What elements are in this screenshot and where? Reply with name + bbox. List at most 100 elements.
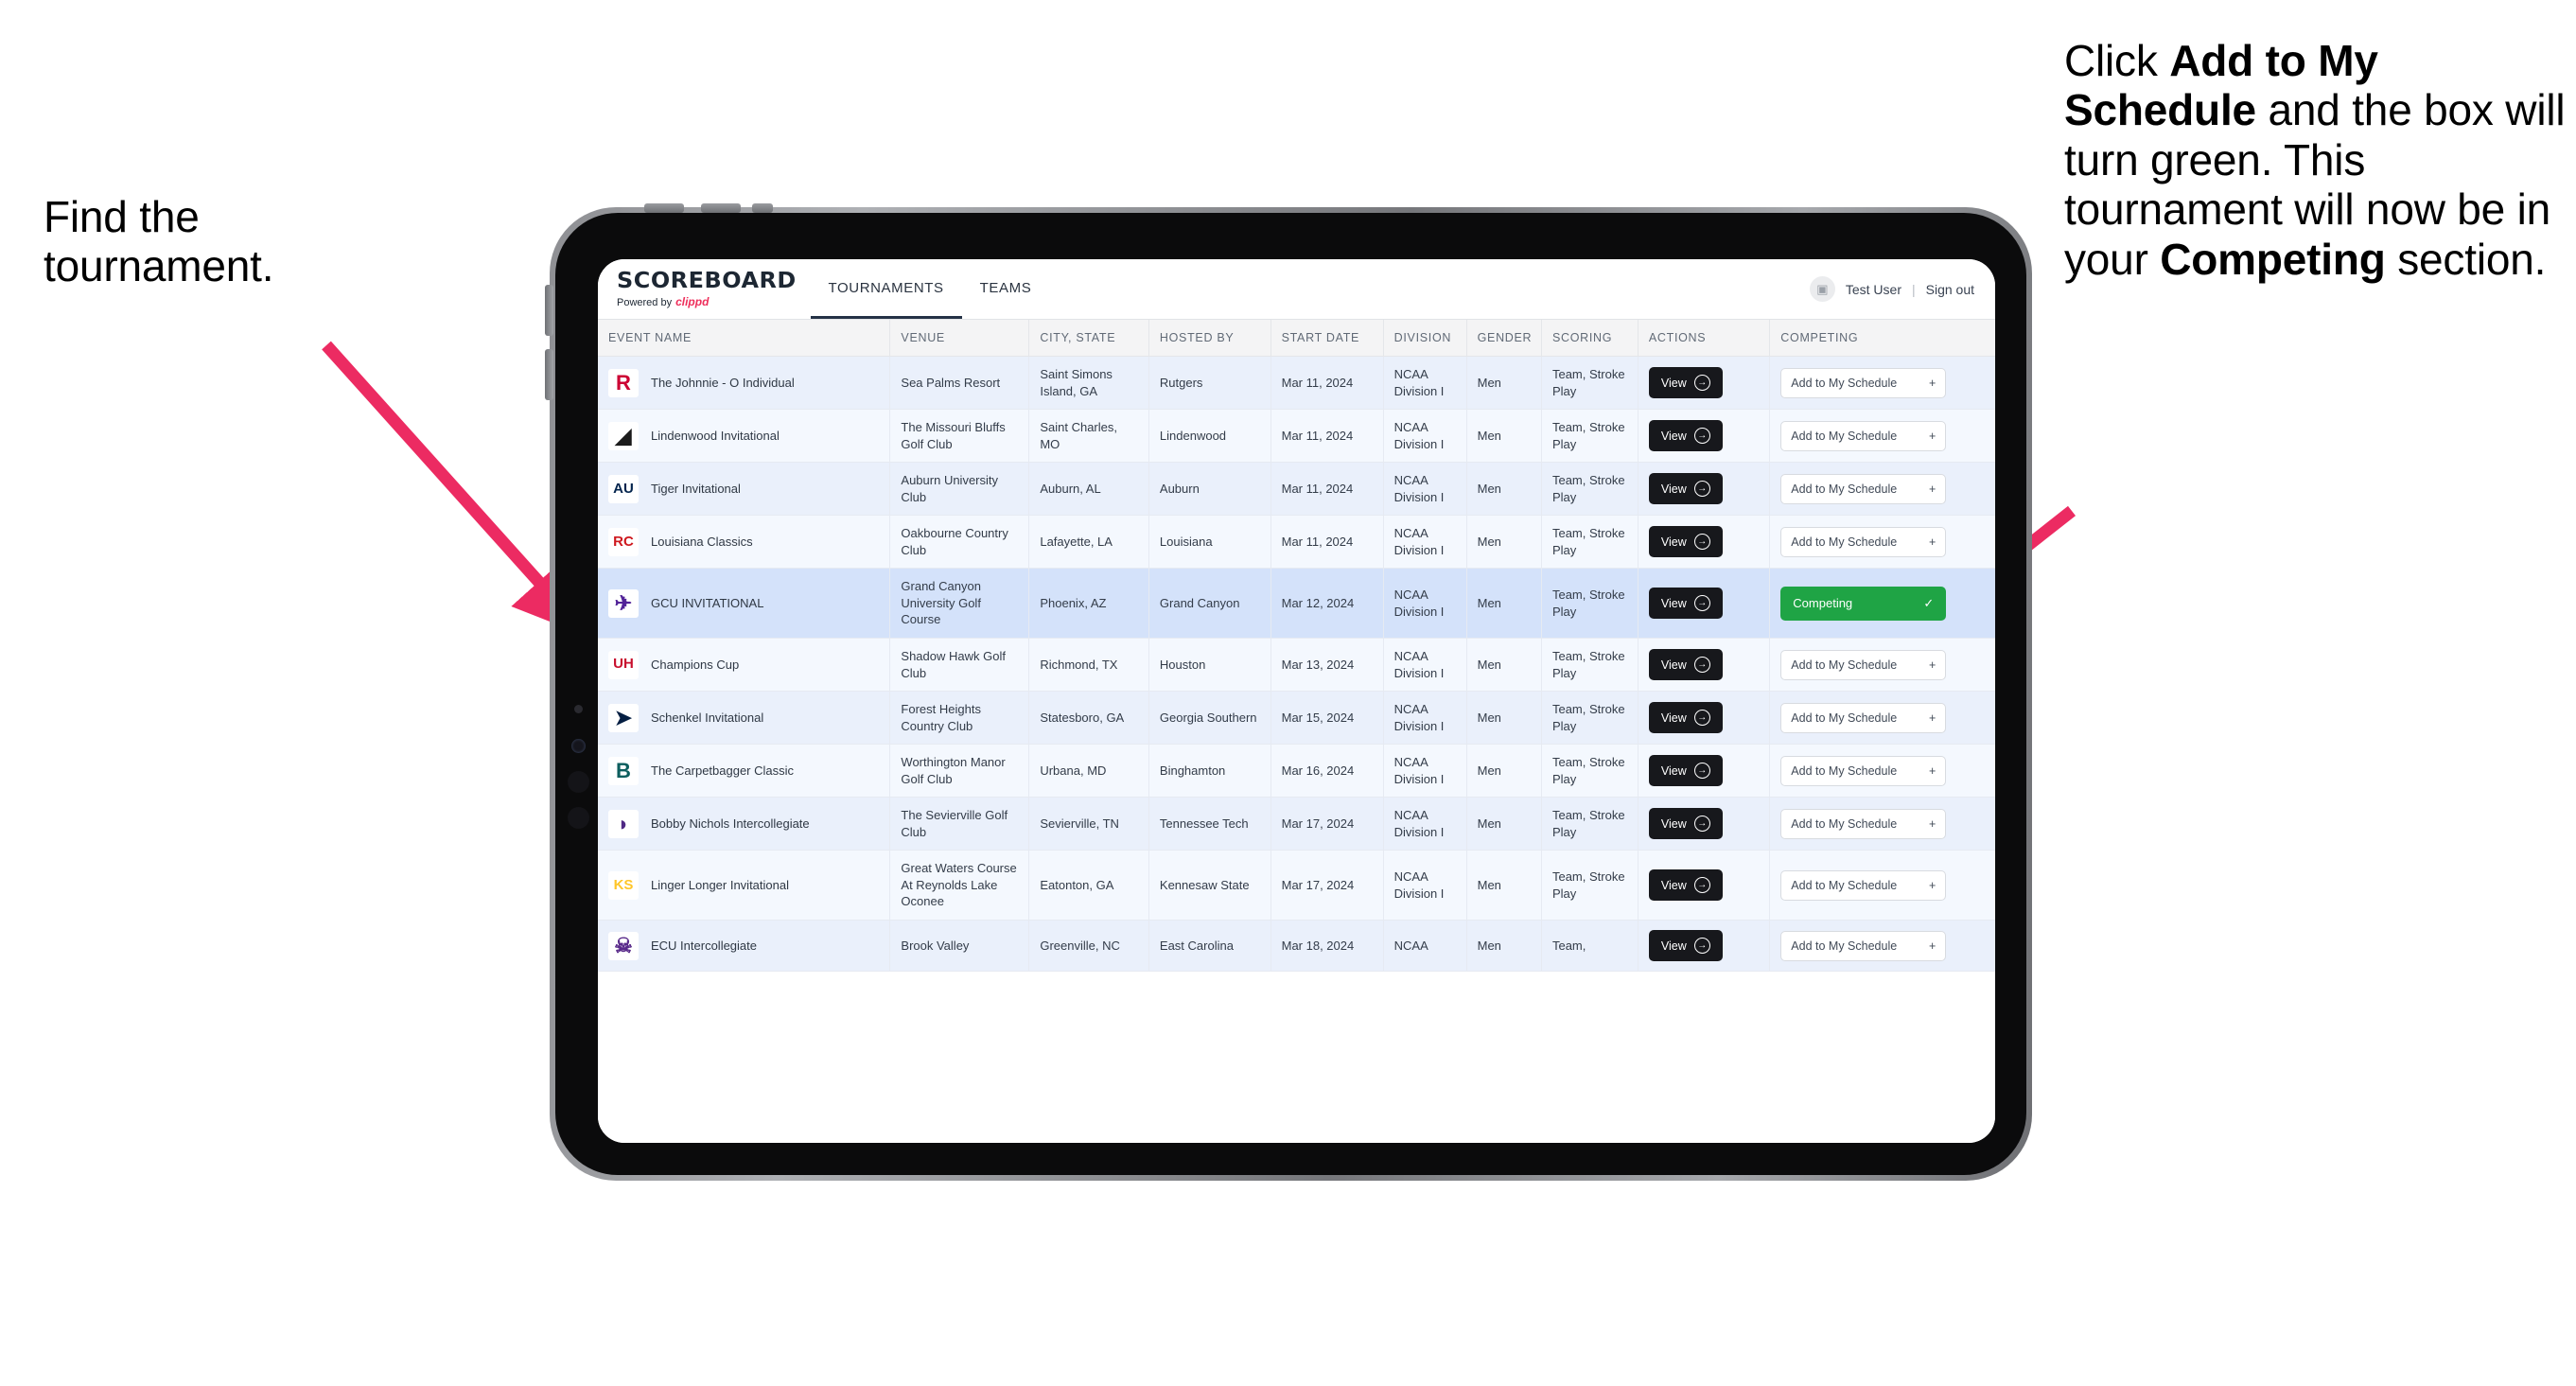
check-icon: ✓ [1923,595,1935,610]
table-row[interactable]: ✈ GCU INVITATIONAL Grand Canyon University… [598,568,1995,640]
add-to-my-schedule-button[interactable]: Add to My Schedule + [1780,649,1947,680]
col-actions[interactable]: ACTIONS [1638,320,1771,357]
side-button-top[interactable] [545,285,553,336]
col-hosted-by[interactable]: HOSTED BY [1148,320,1271,357]
callout-find-tournament: Find the tournament. [44,192,441,291]
power-button[interactable] [752,203,773,213]
event-name-label: GCU INVITATIONAL [651,595,764,610]
plus-icon: + [1928,939,1936,953]
tablet-frame: SCOREBOARD Powered by clippd TOURNAMENTS… [545,203,2032,1181]
view-button[interactable]: View → [1648,930,1723,962]
table-row[interactable]: ◢ Lindenwood Invitational The Missouri Blu… [598,409,1995,464]
cell-venue: Sea Palms Resort [889,356,1030,411]
cell-actions: View → [1638,850,1771,921]
arrow-right-circle-icon: → [1693,657,1710,674]
cell-actions: View → [1638,515,1771,570]
cell-event-name: R The Johnnie - O Individual [598,356,891,411]
tournaments-table-container[interactable]: EVENT NAME VENUE CITY, STATE HOSTED BY S… [598,320,1995,1143]
cell-venue: Oakbourne Country Club [889,515,1030,570]
ragin-cajuns-logo: RC [608,527,639,556]
tablet-bezel: SCOREBOARD Powered by clippd TOURNAMENTS… [555,213,2026,1175]
table-row[interactable]: ☠ ECU Intercollegiate Brook Valley Greenvil… [598,920,1995,973]
table-row[interactable]: ➤ Schenkel Invitational Forest Heights Cou… [598,691,1995,746]
plus-icon: + [1928,711,1936,725]
volume-up-button[interactable] [644,203,684,213]
add-to-my-schedule-button[interactable]: Add to My Schedule + [1780,755,1947,786]
plus-icon: + [1928,658,1936,672]
competing-badge-button[interactable]: Competing ✓ [1780,586,1947,621]
view-button[interactable]: View → [1648,473,1723,505]
volume-down-button[interactable] [701,203,741,213]
view-button[interactable]: View → [1648,420,1723,452]
view-button[interactable]: View → [1648,702,1723,734]
cell-scoring: Team, Stroke Play [1541,515,1638,570]
table-row[interactable]: R The Johnnie - O Individual Sea Palms Res… [598,356,1995,411]
add-to-my-schedule-label: Add to My Schedule [1791,429,1898,443]
clippd-wordmark: clippd [675,294,710,308]
view-button[interactable]: View → [1648,755,1723,787]
col-competing[interactable]: COMPETING [1769,320,1995,357]
col-city-state[interactable]: CITY, STATE [1028,320,1149,357]
tab-teams[interactable]: TEAMS [962,259,1050,319]
table-body: R The Johnnie - O Individual Sea Palms Res… [598,356,1995,973]
cell-city-state: Auburn, AL [1028,462,1149,517]
primary-nav: TOURNAMENTS TEAMS [810,259,1050,319]
sign-out-link[interactable]: Sign out [1926,282,1974,297]
callout-right-part1: Click [2064,36,2170,85]
tournaments-table: EVENT NAME VENUE CITY, STATE HOSTED BY S… [598,320,1995,973]
add-to-my-schedule-button[interactable]: Add to My Schedule + [1780,473,1947,504]
callout-add-to-schedule: Click Add to My Schedule and the box wil… [2064,36,2576,284]
table-row[interactable]: KS Linger Longer Invitational Great Waters… [598,850,1995,921]
table-row[interactable]: RC Louisiana Classics Oakbourne Country Cl… [598,515,1995,570]
add-to-my-schedule-button[interactable]: Add to My Schedule + [1780,930,1947,961]
add-to-my-schedule-button[interactable]: Add to My Schedule + [1780,808,1947,839]
col-event-name[interactable]: EVENT NAME [598,320,891,357]
cell-event-name: ☠ ECU Intercollegiate [598,920,891,973]
cell-city-state: Eatonton, GA [1028,850,1149,921]
cell-start-date: Mar 13, 2024 [1270,638,1384,693]
view-button[interactable]: View → [1648,808,1723,840]
add-to-my-schedule-button[interactable]: Add to My Schedule + [1780,869,1947,901]
arrow-right-circle-icon: → [1693,938,1710,955]
table-row[interactable]: UH Champions Cup Shadow Hawk Golf Club Rich… [598,638,1995,693]
col-venue[interactable]: VENUE [889,320,1030,357]
plus-icon: + [1928,482,1936,496]
add-to-my-schedule-button[interactable]: Add to My Schedule + [1780,420,1947,451]
callout-left-line2: tournament. [44,241,274,291]
cell-hosted-by: Kennesaw State [1148,850,1271,921]
view-button[interactable]: View → [1648,588,1723,620]
view-button[interactable]: View → [1648,526,1723,558]
event-name-label: Bobby Nichols Intercollegiate [651,816,810,832]
lindenwood-lions-logo: ◢ [608,421,639,450]
cell-actions: View → [1638,744,1771,798]
arrow-right-circle-icon: → [1693,375,1710,392]
table-row[interactable]: B The Carpetbagger Classic Worthington Man… [598,744,1995,798]
brand-logo[interactable]: SCOREBOARD Powered by clippd [598,259,811,319]
view-button-label: View [1660,939,1687,953]
table-row[interactable]: AU Tiger Invitational Auburn University Cl… [598,462,1995,517]
view-button[interactable]: View → [1648,649,1723,681]
cell-division: NCAA Division I [1383,462,1467,517]
cell-scoring: Team, [1541,920,1638,973]
user-avatar-icon[interactable]: ▣ [1809,276,1835,302]
view-button-label: View [1660,878,1687,892]
view-button[interactable]: View → [1648,869,1723,902]
col-division[interactable]: DIVISION [1383,320,1467,357]
cell-start-date: Mar 11, 2024 [1270,356,1384,411]
view-button[interactable]: View → [1648,367,1723,399]
event-name-label: Champions Cup [651,657,740,672]
add-to-my-schedule-button[interactable]: Add to My Schedule + [1780,367,1947,398]
col-start-date[interactable]: START DATE [1270,320,1384,357]
add-to-my-schedule-button[interactable]: Add to My Schedule + [1780,526,1947,557]
side-button-bottom[interactable] [545,349,553,400]
add-to-my-schedule-button[interactable]: Add to My Schedule + [1780,702,1947,733]
col-gender[interactable]: GENDER [1466,320,1542,357]
tab-tournaments[interactable]: TOURNAMENTS [810,259,962,319]
view-button-label: View [1660,482,1687,496]
table-row[interactable]: ◗ Bobby Nichols Intercollegiate The Sevier… [598,797,1995,851]
view-button-label: View [1660,429,1687,443]
cell-division: NCAA Division I [1383,850,1467,921]
col-scoring[interactable]: SCORING [1541,320,1638,357]
cell-event-name: ✈ GCU INVITATIONAL [598,568,891,640]
cell-city-state: Lafayette, LA [1028,515,1149,570]
